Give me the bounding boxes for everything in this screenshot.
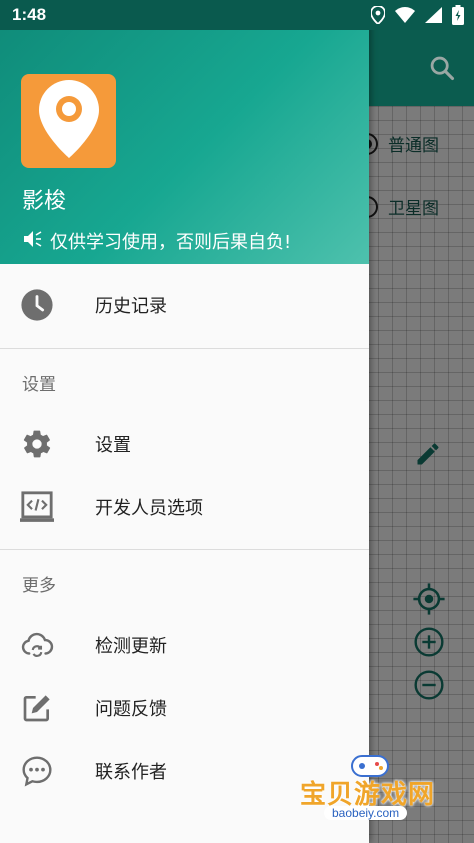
menu-label-contact: 联系作者 [95,762,167,783]
navigation-drawer: 影梭 仅供学习使用，否则后果自负! 历史记录 设置 设置 开发人员选项 更多 检… [0,0,369,843]
battery-icon [452,5,464,29]
edit-pencil-icon[interactable] [414,440,442,472]
menu-item-developer[interactable]: 开发人员选项 [0,477,369,537]
status-bar: 1:48 [0,0,474,30]
notice-row: 仅供学习使用，否则后果自负! [22,228,291,254]
wifi-icon [395,7,415,27]
map-type-satellite-label: 卫星图 [388,199,439,219]
developer-mode-icon [20,490,54,524]
watermark-url: baobeiy.com [324,806,408,820]
search-icon[interactable] [428,54,456,86]
drawer-header: 影梭 仅供学习使用，否则后果自负! [0,0,369,264]
menu-label-feedback: 问题反馈 [95,699,167,720]
divider [0,348,369,349]
clock-icon [20,288,54,322]
map-pin-icon [38,80,99,162]
status-time: 1:48 [12,5,47,24]
app-name: 影梭 [22,189,67,214]
menu-item-history[interactable]: 历史记录 [0,275,369,335]
section-title-more: 更多 [22,576,56,596]
speaker-icon [22,229,42,254]
menu-item-check-update[interactable]: 检测更新 [0,615,369,675]
section-title-settings: 设置 [22,375,56,395]
locate-icon[interactable] [412,582,446,620]
menu-label-history: 历史记录 [95,296,167,317]
menu-label-developer: 开发人员选项 [95,498,203,519]
divider [0,549,369,550]
chat-bubble-icon [20,754,54,788]
location-status-icon [370,5,386,28]
signal-icon [425,7,442,27]
zoom-out-icon[interactable] [413,669,445,705]
app-logo [21,74,116,168]
edit-note-icon [20,691,54,725]
menu-item-settings[interactable]: 设置 [0,414,369,474]
map-type-normal-label: 普通图 [388,136,439,156]
notice-text: 仅供学习使用，否则后果自负! [50,232,292,253]
cloud-sync-icon [20,628,54,662]
status-icons [370,5,464,29]
watermark: 宝贝游戏网 baobeiy.com [298,752,448,838]
zoom-in-icon[interactable] [413,626,445,662]
menu-item-feedback[interactable]: 问题反馈 [0,678,369,738]
menu-label-check-update: 检测更新 [95,636,167,657]
gear-icon [20,427,54,461]
menu-label-settings: 设置 [95,435,131,456]
